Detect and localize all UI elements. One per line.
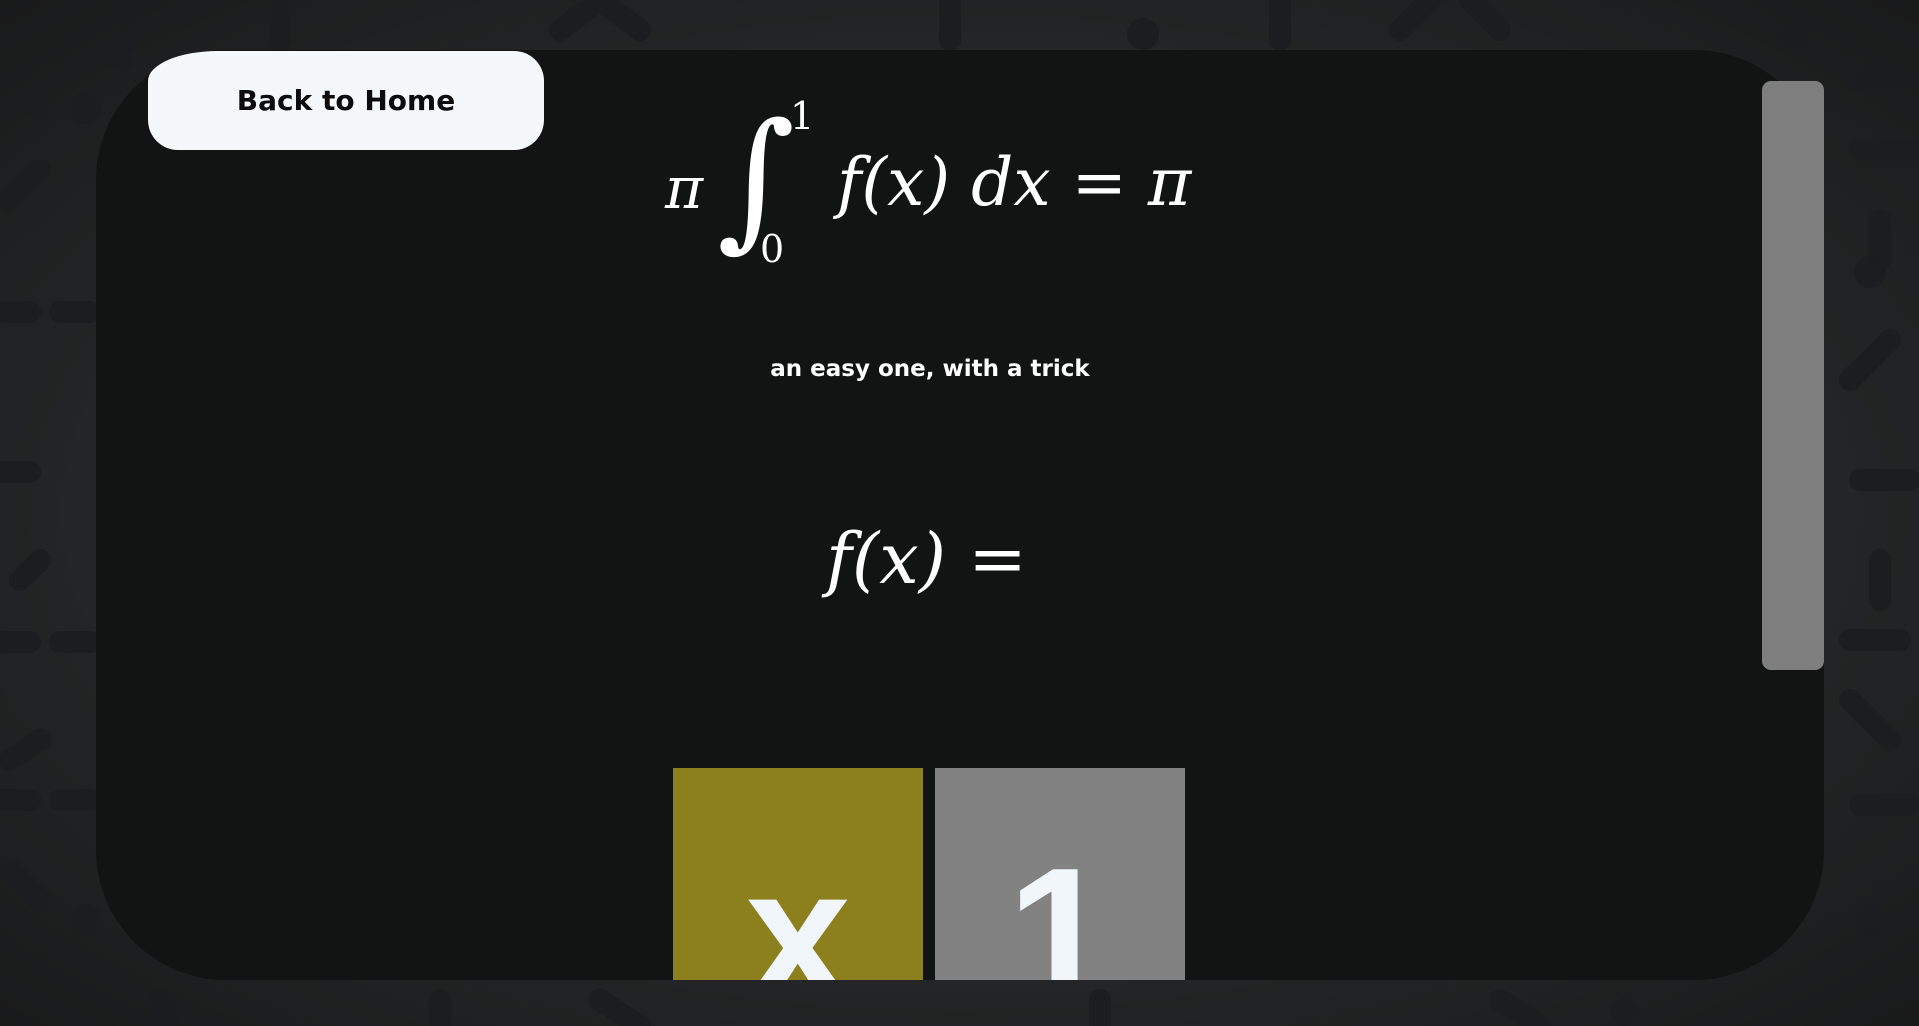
tile-one-label: 1 [1007,829,1113,980]
answer-expression: f(x) = [826,518,1027,600]
integral-lower-limit: 0 [760,227,785,271]
integrand-expression: f(x) dx = π [837,144,1192,221]
integral-coefficient: π [665,154,704,222]
tile-one[interactable]: 1 [935,768,1185,980]
integral-equation: π ∫ 1 0 f(x) dx = π [665,92,1205,282]
integral-upper-limit: 1 [790,94,815,138]
tile-x-label: x [745,829,851,980]
tile-x[interactable]: x [673,768,923,980]
back-to-home-button[interactable]: Back to Home [148,51,544,150]
scrollbar-thumb[interactable] [1762,81,1824,670]
puzzle-hint: an easy one, with a trick [770,356,1090,382]
